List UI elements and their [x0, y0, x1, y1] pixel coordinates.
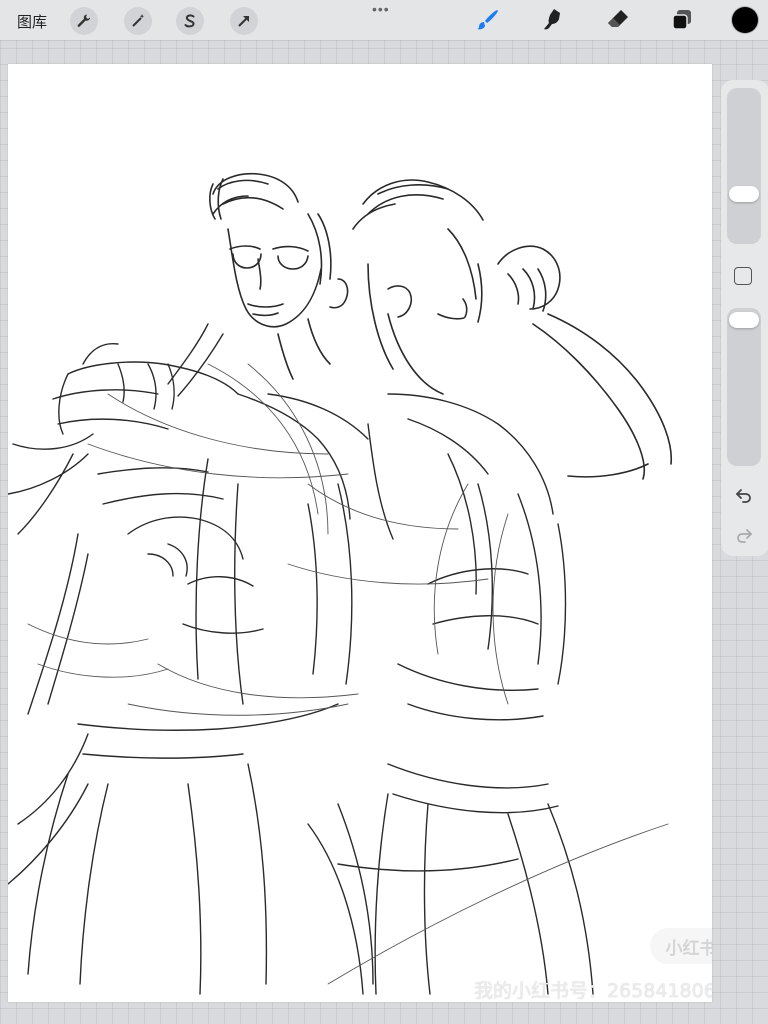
undo-icon[interactable]: [733, 484, 755, 506]
pencil-sketch-artwork: [8, 172, 673, 995]
brush-size-slider[interactable]: [727, 88, 761, 244]
opacity-slider[interactable]: [727, 308, 761, 466]
eraser-icon[interactable]: [604, 6, 632, 34]
drawing-canvas[interactable]: 小红书 我的小红书号：2658418067: [8, 64, 712, 1002]
transform-arrow-icon[interactable]: [230, 7, 258, 35]
sidebar-panel: [721, 80, 768, 556]
top-toolbar: 图库 •••: [0, 0, 768, 40]
brush-size-thumb[interactable]: [729, 186, 759, 202]
redo-icon[interactable]: [733, 524, 755, 546]
smudge-icon[interactable]: [538, 6, 566, 34]
square-modifier-icon[interactable]: [734, 267, 752, 285]
gallery-button[interactable]: 图库: [17, 11, 47, 32]
watermark-badge: 小红书: [650, 928, 712, 964]
brush-icon[interactable]: [474, 6, 502, 34]
more-dots-handle[interactable]: •••: [372, 1, 390, 17]
actions-wrench-icon[interactable]: [70, 7, 98, 35]
layers-icon[interactable]: [668, 6, 696, 34]
adjustments-magic-wand-icon[interactable]: [124, 7, 152, 35]
watermark-text: 我的小红书号：2658418067: [474, 980, 712, 1002]
color-picker-swatch[interactable]: [732, 7, 758, 33]
selection-s-icon[interactable]: [176, 7, 204, 35]
opacity-thumb[interactable]: [729, 312, 759, 328]
